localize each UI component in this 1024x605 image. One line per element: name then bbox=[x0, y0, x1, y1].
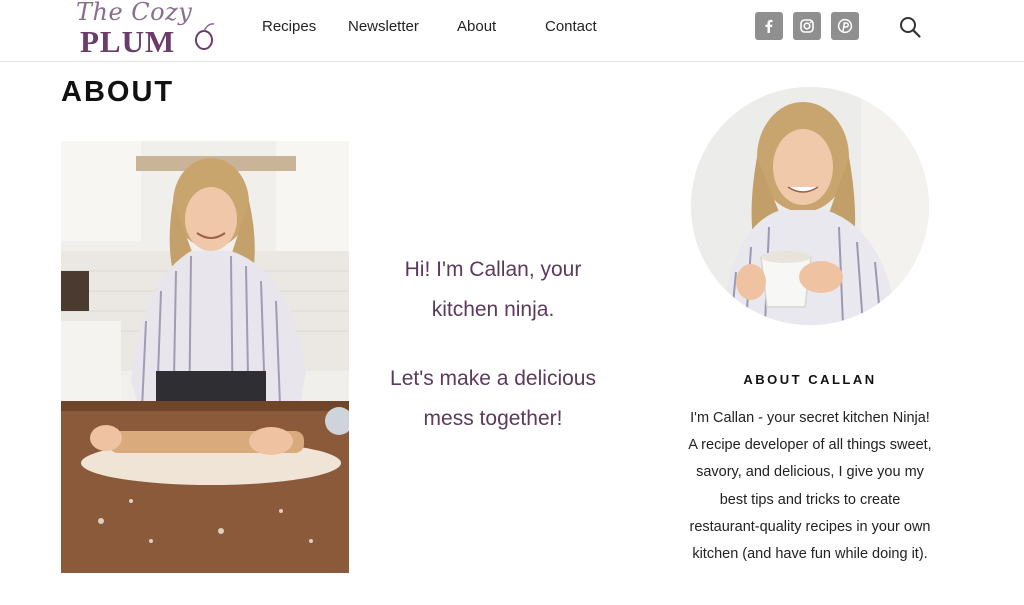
nav-newsletter[interactable]: Newsletter bbox=[348, 18, 419, 35]
nav-contact[interactable]: Contact bbox=[545, 18, 597, 35]
logo-script-text: The Cozy bbox=[76, 0, 193, 26]
search-icon[interactable] bbox=[898, 15, 922, 39]
nav-about[interactable]: About bbox=[457, 18, 496, 35]
instagram-icon[interactable] bbox=[793, 12, 821, 40]
facebook-icon[interactable] bbox=[755, 12, 783, 40]
logo-main-text: PLUM bbox=[80, 24, 176, 59]
about-callan-heading: ABOUT CALLAN bbox=[743, 372, 877, 387]
page-title: ABOUT bbox=[61, 76, 175, 108]
intro-greeting: Hi! I'm Callan, your kitchen ninja. bbox=[404, 258, 582, 321]
site-logo[interactable]: The Cozy PLUM bbox=[72, 0, 218, 59]
about-callan-bio: I'm Callan - your secret kitchen Ninja! … bbox=[688, 410, 932, 563]
pinterest-icon[interactable] bbox=[831, 12, 859, 40]
nav-recipes[interactable]: Recipes bbox=[262, 18, 316, 35]
intro-tagline: Let's make a delicious mess together! bbox=[390, 367, 596, 430]
site-header: The Cozy PLUM Recipes Newsletter About C… bbox=[0, 0, 1024, 62]
kitchen-photo bbox=[61, 141, 349, 573]
callan-avatar bbox=[691, 87, 929, 325]
